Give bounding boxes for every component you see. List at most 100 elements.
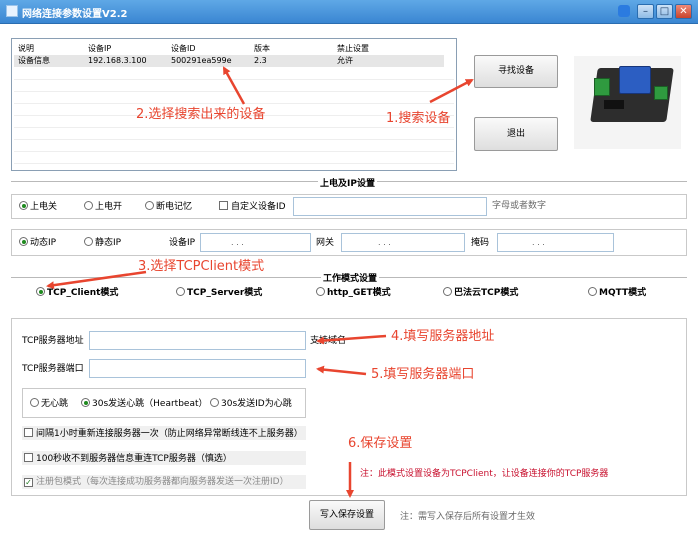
checkbox-label: 间隔1小时重新连接服务器一次（防止网络异常断线连不上服务器） [36, 429, 303, 439]
radio-mqtt[interactable]: MQTT模式 [588, 287, 646, 299]
radio-tcp-server[interactable]: TCP_Server模式 [176, 287, 262, 299]
radio-label: 动态IP [30, 238, 57, 248]
radio-id-heartbeat[interactable]: 30s发送ID为心跳 [210, 398, 292, 410]
device-ip-input[interactable]: . . . [200, 233, 311, 252]
annotation-select-device: 2.选择搜索出来的设备 [136, 107, 266, 122]
radio-label: 静态IP [95, 238, 122, 248]
search-device-button[interactable]: 寻找设备 [474, 55, 558, 88]
row-gridline [14, 103, 454, 104]
col-forbid[interactable]: 禁止设置 [337, 43, 369, 55]
radio-label: 巴法云TCP模式 [454, 288, 519, 298]
tshirt-icon[interactable] [618, 5, 630, 17]
radio-http-get[interactable]: http_GET模式 [316, 287, 391, 299]
radio-label: 30s发送心跳（Heartbeat） [92, 399, 208, 409]
radio-heartbeat-30s[interactable]: 30s发送心跳（Heartbeat） [81, 398, 207, 410]
radio-dot [84, 201, 93, 210]
custom-id-hint: 字母或者数字 [492, 201, 547, 211]
app-window-icon [6, 5, 18, 17]
radio-label: MQTT模式 [599, 288, 647, 298]
custom-id-checkbox[interactable]: 自定义设备ID [219, 201, 286, 213]
device-list[interactable]: 说明 设备IP 设备ID 版本 禁止设置 设备信息 192.168.3.100 … [11, 38, 457, 171]
maximize-icon: □ [659, 6, 670, 17]
arrow-to-tcp-client [46, 270, 147, 290]
close-button[interactable]: ✕ [675, 4, 692, 19]
row-gridline [14, 163, 454, 164]
exit-button[interactable]: 退出 [474, 117, 558, 151]
work-mode-group-title: 工作模式设置 [321, 271, 380, 284]
annotation-server-port: 5.填写服务器端口 [371, 367, 475, 382]
reconnect-hourly-checkbox[interactable]: 间隔1小时重新连接服务器一次（防止网络异常断线连不上服务器） [24, 428, 303, 440]
row-gridline [14, 79, 454, 80]
server-addr-input[interactable] [89, 331, 306, 350]
save-hint: 注：需写入保存后所有设置才生效 [400, 512, 536, 522]
radio-bemfa-tcp[interactable]: 巴法云TCP模式 [443, 287, 518, 299]
close-icon: ✕ [679, 6, 688, 17]
radio-no-heartbeat[interactable]: 无心跳 [30, 398, 68, 410]
minimize-button[interactable]: – [637, 4, 654, 19]
terminal-block [654, 86, 668, 100]
relay-component [619, 66, 651, 94]
radio-dot [210, 398, 219, 407]
mask-label: 掩码 [471, 238, 490, 248]
radio-label: TCP_Server模式 [187, 288, 263, 298]
annotation-tcp-client: 3.选择TCPClient模式 [138, 259, 265, 274]
radio-dot [176, 287, 185, 296]
minimize-icon: – [643, 6, 648, 17]
checkbox-label: 注册包模式（每次连接成功服务器都向服务器发送一次注册ID） [36, 477, 289, 487]
radio-dhcp[interactable]: 动态IP [19, 237, 56, 249]
custom-id-input[interactable] [293, 197, 487, 216]
cell-id: 500291ea599e [171, 56, 232, 65]
radio-static-ip[interactable]: 静态IP [84, 237, 121, 249]
radio-label: 断电记忆 [156, 202, 193, 212]
radio-dot [30, 398, 39, 407]
col-desc[interactable]: 说明 [18, 43, 34, 55]
table-row[interactable]: 设备信息 192.168.3.100 500291ea599e 2.3 允许 [14, 55, 444, 67]
device-ip-label: 设备IP [169, 238, 196, 248]
checkbox-box [219, 201, 228, 210]
radio-label: TCP_Client模式 [47, 288, 119, 298]
col-version[interactable]: 版本 [254, 43, 270, 55]
row-gridline [14, 127, 454, 128]
annotation-save: 6.保存设置 [348, 436, 413, 451]
annotation-search-device: 1.搜索设备 [386, 111, 451, 126]
maximize-button[interactable]: □ [656, 4, 673, 19]
radio-tcp-client[interactable]: TCP_Client模式 [36, 287, 118, 299]
radio-label: 上电开 [95, 202, 123, 212]
annotation-server-addr: 4.填写服务器地址 [391, 329, 495, 344]
radio-dot [588, 287, 597, 296]
radio-dot [19, 237, 28, 246]
radio-dot [19, 201, 28, 210]
power-ip-group-title: 上电及IP设置 [318, 176, 377, 189]
radio-power-memory[interactable]: 断电记忆 [145, 201, 192, 213]
radio-power-on[interactable]: 上电开 [84, 201, 122, 213]
radio-dot [84, 237, 93, 246]
radio-dot [443, 287, 452, 296]
checkbox-box: ✓ [24, 478, 33, 487]
chip-component [604, 100, 624, 109]
save-settings-button[interactable]: 写入保存设置 [309, 500, 385, 530]
gateway-input[interactable]: . . . [341, 233, 465, 252]
register-packet-checkbox[interactable]: ✓ 注册包模式（每次连接成功服务器都向服务器发送一次注册ID） [24, 477, 289, 488]
mode-note: 注：此模式设置设备为TCPClient，让设备连接你的TCP服务器 [360, 469, 609, 479]
mask-input[interactable]: . . . [497, 233, 614, 252]
col-ip[interactable]: 设备IP [88, 43, 111, 55]
row-gridline [14, 139, 454, 140]
radio-label: 上电关 [30, 202, 58, 212]
radio-label: 30s发送ID为心跳 [221, 399, 292, 409]
server-addr-hint: 支持域名 [310, 336, 347, 346]
cell-desc: 设备信息 [18, 56, 50, 65]
server-port-input[interactable] [89, 359, 306, 378]
checkbox-label: 自定义设备ID [231, 202, 286, 212]
reconnect-100s-checkbox[interactable]: 100秒收不到服务器信息重连TCP服务器（慎选） [24, 453, 232, 465]
checkbox-label: 100秒收不到服务器信息重连TCP服务器（慎选） [36, 454, 232, 464]
col-id[interactable]: 设备ID [171, 43, 196, 55]
server-addr-label: TCP服务器地址 [22, 336, 84, 346]
radio-label: 无心跳 [41, 399, 69, 409]
cell-ip: 192.168.3.100 [88, 56, 147, 65]
window-title: 网络连接参数设置V2.2 [22, 9, 128, 20]
cell-version: 2.3 [254, 56, 267, 65]
terminal-block [594, 78, 610, 96]
radio-power-off[interactable]: 上电关 [19, 201, 57, 213]
radio-dot [81, 398, 90, 407]
radio-label: http_GET模式 [327, 288, 391, 298]
